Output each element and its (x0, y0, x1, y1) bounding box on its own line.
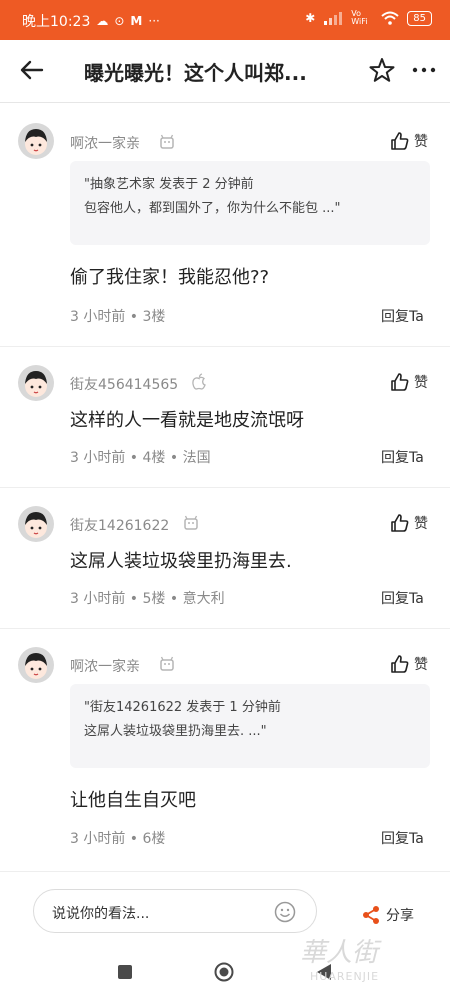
like-label: 赞 (414, 134, 428, 150)
quote-line: 这屌人装垃圾袋里扔海里去. ..." (84, 724, 267, 739)
cloud-icon: ☁ (96, 14, 109, 28)
mcdonalds-icon: M (130, 14, 143, 28)
like-button[interactable]: 赞 (390, 131, 428, 151)
back-arrow-icon[interactable] (18, 56, 46, 84)
like-button[interactable]: 赞 (390, 372, 428, 392)
home-button[interactable] (214, 962, 234, 982)
comment-item: 街友14261622 赞 这屌人装垃圾袋里扔海里去. 3 小时前 • 5楼 • … (0, 487, 450, 629)
like-label: 赞 (414, 516, 428, 532)
comment-text: 让他自生自灭吧 (70, 790, 196, 811)
android-icon (160, 656, 174, 671)
emoji-icon[interactable] (274, 901, 296, 923)
comment-item: 啊浓一家亲 赞 "抽象艺术家 发表于 2 分钟前 包容他人，都到国外了，你为什么… (0, 103, 450, 347)
apple-icon (192, 373, 206, 390)
watermark-text: 華人街 (300, 938, 379, 968)
avatar[interactable] (18, 123, 54, 159)
like-button[interactable]: 赞 (390, 654, 428, 674)
page-title: 曝光曝光！这个人叫郑... (84, 61, 307, 85)
thumbs-up-icon (391, 373, 409, 391)
share-button[interactable]: 分享 (362, 905, 414, 925)
comment-input-placeholder: 说说你的看法... (52, 906, 150, 922)
comment-text: 这屌人装垃圾袋里扔海里去. (70, 551, 292, 572)
reply-button[interactable]: 回复Ta (381, 306, 424, 326)
comment-text: 这样的人一看就是地皮流氓呀 (70, 410, 304, 431)
comment-meta: 3 小时前 • 6楼 (70, 831, 166, 847)
thumbs-up-icon (391, 132, 409, 150)
quoted-reply: "抽象艺术家 发表于 2 分钟前 包容他人，都到国外了，你为什么不能包 ..." (70, 161, 430, 245)
status-time: 晚上10:23 (22, 14, 91, 30)
like-label: 赞 (414, 657, 428, 673)
battery-icon: 85 (407, 10, 432, 26)
bluetooth-icon: ✱ (305, 11, 316, 25)
thumbs-up-icon (391, 514, 409, 532)
comment-username[interactable]: 街友456414565 (70, 374, 178, 394)
android-icon (184, 515, 198, 530)
watermark-logo: 華人街 HUARENJIE (300, 932, 440, 992)
thumbs-up-icon (391, 655, 409, 673)
volte-wifi-icon: Vo WiFi (351, 9, 368, 26)
like-button[interactable]: 赞 (390, 513, 428, 533)
avatar[interactable] (18, 506, 54, 542)
comment-username[interactable]: 街友14261622 (70, 515, 169, 535)
reply-button[interactable]: 回复Ta (381, 828, 424, 848)
reply-button[interactable]: 回复Ta (381, 588, 424, 608)
share-icon (363, 906, 379, 924)
avatar[interactable] (18, 365, 54, 401)
favorite-star-icon[interactable] (368, 56, 396, 84)
quote-line: "街友14261622 发表于 1 分钟前 (84, 700, 281, 715)
quoted-reply: "街友14261622 发表于 1 分钟前 这屌人装垃圾袋里扔海里去. ..." (70, 684, 430, 768)
like-label: 赞 (414, 375, 428, 391)
share-label: 分享 (386, 908, 414, 924)
comment-text: 偷了我住家！我能忍他?? (70, 267, 270, 288)
more-options-icon[interactable] (410, 56, 438, 84)
watermark-subtext: HUARENJIE (310, 970, 380, 983)
comment-username[interactable]: 啊浓一家亲 (70, 133, 140, 153)
recent-apps-button[interactable] (118, 965, 132, 979)
quote-line: "抽象艺术家 发表于 2 分钟前 (84, 177, 254, 192)
comment-username[interactable]: 啊浓一家亲 (70, 656, 140, 676)
comment-input[interactable]: 说说你的看法... (33, 889, 317, 933)
clock-icon: ⊙ (114, 14, 125, 28)
comment-item: 街友456414565 赞 这样的人一看就是地皮流氓呀 3 小时前 • 4楼 •… (0, 346, 450, 488)
android-icon (160, 134, 174, 149)
quote-line: 包容他人，都到国外了，你为什么不能包 ..." (84, 201, 341, 216)
comment-meta: 3 小时前 • 4楼 • 法国 (70, 450, 211, 466)
reply-button[interactable]: 回复Ta (381, 447, 424, 467)
comment-meta: 3 小时前 • 3楼 (70, 309, 166, 325)
comment-meta: 3 小时前 • 5楼 • 意大利 (70, 591, 225, 607)
signal-icon (324, 12, 343, 25)
status-bar: 晚上10:23 ☁ ⊙ M ··· ✱ Vo WiFi 85 (0, 0, 450, 40)
more-notifications-icon: ··· (148, 14, 160, 28)
comment-item: 啊浓一家亲 赞 "街友14261622 发表于 1 分钟前 这屌人装垃圾袋里扔海… (0, 628, 450, 872)
wifi-icon (381, 11, 399, 25)
top-bar: 曝光曝光！这个人叫郑... (0, 40, 450, 103)
avatar[interactable] (18, 647, 54, 683)
